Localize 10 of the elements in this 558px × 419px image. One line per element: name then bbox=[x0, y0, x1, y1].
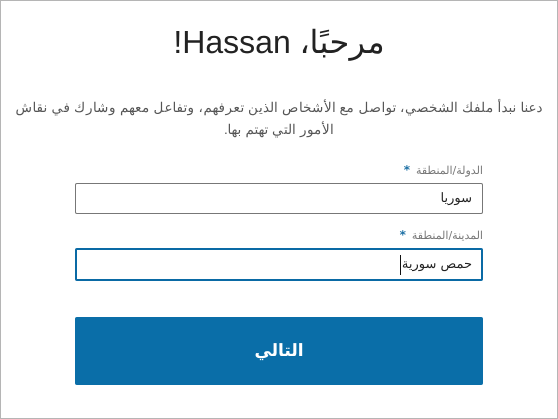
text-cursor bbox=[400, 254, 401, 274]
field-label: المدينة/المنطقة bbox=[412, 228, 483, 242]
required-mark: * bbox=[400, 228, 406, 242]
required-mark: * bbox=[404, 163, 410, 177]
text-field[interactable]: سوريا bbox=[75, 183, 483, 214]
text-field[interactable]: حمص سورية bbox=[75, 248, 483, 281]
next-button[interactable]: التالي bbox=[75, 317, 483, 385]
intro-text: دعنا نبدأ ملفك الشخصي، تواصل مع الأشخاص الذين تعرفهم، وتفاعل معهم وشارك في نقاش الأمور التي تهتم بها. bbox=[14, 98, 544, 140]
field-label: الدولة/المنطقة bbox=[416, 164, 483, 176]
welcome-heading: مرحبًا، Hassan! bbox=[173, 23, 385, 61]
